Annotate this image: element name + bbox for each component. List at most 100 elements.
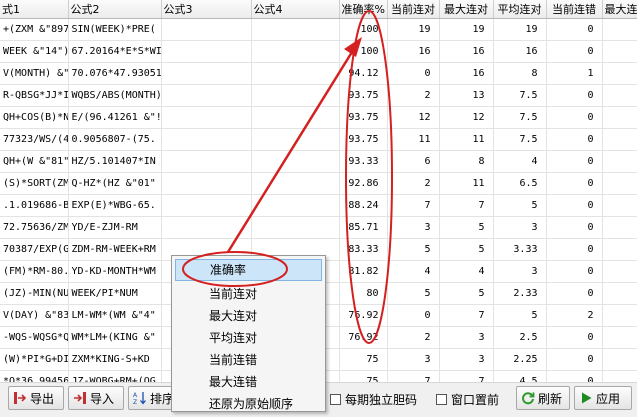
table-cell[interactable]: [602, 238, 637, 261]
checkbox-box[interactable]: [436, 394, 447, 405]
table-cell[interactable]: 19: [493, 18, 547, 41]
export-button[interactable]: 导出: [8, 386, 64, 410]
table-cell[interactable]: [602, 172, 637, 195]
table-cell[interactable]: 80: [339, 282, 388, 305]
table-cell[interactable]: 11: [439, 128, 494, 151]
table-cell[interactable]: [602, 348, 637, 371]
table-cell[interactable]: 67.20164*E*S*WI: [68, 40, 162, 63]
table-cell[interactable]: 2.25: [493, 348, 547, 371]
table-cell[interactable]: 94.12: [339, 62, 388, 85]
table-row[interactable]: R-QBSG*JJ*I WQBS/ABS(MONTH) 93.75 2 13 7.5 0: [0, 84, 637, 107]
column-header[interactable]: 公式3: [161, 0, 252, 19]
table-cell[interactable]: 5: [439, 282, 494, 305]
table-cell[interactable]: 0: [546, 40, 603, 63]
table-cell[interactable]: 19: [439, 18, 494, 41]
table-cell[interactable]: [251, 194, 340, 217]
table-cell[interactable]: [251, 106, 340, 129]
table-cell[interactable]: 0: [387, 304, 440, 327]
column-header[interactable]: 公式4: [251, 0, 340, 19]
menu-item-current-correct[interactable]: 当前连对: [175, 283, 322, 305]
table-cell[interactable]: WEEK/PI*NUM: [68, 282, 162, 305]
table-cell[interactable]: 7.5: [493, 106, 547, 129]
table-cell[interactable]: 7: [387, 370, 440, 382]
table-cell[interactable]: QH+(W &"81": [0, 150, 69, 173]
table-cell[interactable]: 7.5: [493, 84, 547, 107]
table-cell[interactable]: 5: [439, 216, 494, 239]
table-cell[interactable]: 3: [493, 216, 547, 239]
table-cell[interactable]: 77323/WS/(4.: [0, 128, 69, 151]
table-cell[interactable]: 7: [439, 194, 494, 217]
table-cell[interactable]: 16: [387, 40, 440, 63]
table-cell[interactable]: [602, 150, 637, 173]
column-header[interactable]: 当前连错: [546, 0, 603, 19]
table-cell[interactable]: [251, 128, 340, 151]
table-cell[interactable]: 0: [546, 282, 603, 305]
table-cell[interactable]: 93.33: [339, 150, 388, 173]
table-cell[interactable]: 2: [546, 304, 603, 327]
window-on-top-checkbox[interactable]: 窗口置前: [436, 391, 499, 408]
table-cell[interactable]: [602, 326, 637, 349]
table-cell[interactable]: 2.5: [493, 326, 547, 349]
table-cell[interactable]: HZ/5.101407*IN: [68, 150, 162, 173]
table-cell[interactable]: 2: [387, 172, 440, 195]
table-cell[interactable]: V(MONTH) &": [0, 62, 69, 85]
column-header[interactable]: 式1: [0, 0, 69, 19]
table-cell[interactable]: 76.92: [339, 326, 388, 349]
table-cell[interactable]: 7: [439, 370, 494, 382]
table-cell[interactable]: 83.33: [339, 238, 388, 261]
table-cell[interactable]: 0: [546, 106, 603, 129]
table-cell[interactable]: R-QBSG*JJ*I: [0, 84, 69, 107]
table-cell[interactable]: YD/E-ZJM-RM: [68, 216, 162, 239]
independent-code-checkbox[interactable]: 每期独立胆码: [330, 391, 417, 408]
refresh-button[interactable]: 刷新: [516, 386, 570, 410]
table-cell[interactable]: 19: [387, 18, 440, 41]
table-row[interactable]: +(ZXM &"897!SIN(WEEK)*PRE(1001919190: [0, 18, 637, 41]
table-cell[interactable]: 0: [546, 370, 603, 382]
table-cell[interactable]: 2: [387, 84, 440, 107]
table-cell[interactable]: 4: [387, 260, 440, 283]
table-cell[interactable]: 7.5: [493, 128, 547, 151]
table-cell[interactable]: 0: [546, 18, 603, 41]
table-cell[interactable]: [602, 282, 637, 305]
table-cell[interactable]: 8: [493, 62, 547, 85]
table-cell[interactable]: [602, 216, 637, 239]
table-row[interactable]: QH+(W &"81" HZ/5.101407*IN 93.33 6 8 4 0: [0, 150, 637, 173]
table-cell[interactable]: SIN(WEEK)*PRE(: [68, 18, 162, 41]
table-cell[interactable]: [602, 128, 637, 151]
table-cell[interactable]: 5: [387, 282, 440, 305]
table-cell[interactable]: [602, 106, 637, 129]
table-cell[interactable]: 0: [546, 216, 603, 239]
table-cell[interactable]: E/(96.41261 &"!: [68, 106, 162, 129]
table-cell[interactable]: 72.75636/ZM: [0, 216, 69, 239]
table-cell[interactable]: LM-WM*(WM &"4": [68, 304, 162, 327]
table-cell[interactable]: [251, 172, 340, 195]
table-row[interactable]: 72.75636/ZM YD/E-ZJM-RM 85.71 3 5 3 0: [0, 216, 637, 239]
table-cell[interactable]: 81.82: [339, 260, 388, 283]
table-cell[interactable]: Q-HZ*(HZ &"01": [68, 172, 162, 195]
table-cell[interactable]: 3: [387, 348, 440, 371]
table-cell[interactable]: [161, 62, 252, 85]
table-cell[interactable]: 0: [546, 150, 603, 173]
table-cell[interactable]: ZDM-RM-WEEK+RM: [68, 238, 162, 261]
menu-item-average-correct[interactable]: 平均连对: [175, 327, 322, 349]
table-cell[interactable]: 7: [387, 194, 440, 217]
table-cell[interactable]: [161, 128, 252, 151]
import-button[interactable]: 导入: [68, 386, 124, 410]
table-cell[interactable]: 0: [546, 326, 603, 349]
table-cell[interactable]: 0.9056807-(75.: [68, 128, 162, 151]
table-cell[interactable]: 75: [339, 370, 388, 382]
table-cell[interactable]: 12: [387, 106, 440, 129]
table-cell[interactable]: 0: [546, 348, 603, 371]
table-cell[interactable]: 2: [387, 326, 440, 349]
table-cell[interactable]: 16: [439, 62, 494, 85]
table-cell[interactable]: 93.75: [339, 128, 388, 151]
table-cell[interactable]: 3.33: [493, 238, 547, 261]
table-cell[interactable]: [602, 40, 637, 63]
table-cell[interactable]: [602, 62, 637, 85]
table-cell[interactable]: 0: [546, 238, 603, 261]
table-cell[interactable]: WQBS/ABS(MONTH): [68, 84, 162, 107]
table-cell[interactable]: [251, 18, 340, 41]
table-cell[interactable]: 0: [546, 128, 603, 151]
table-cell[interactable]: [602, 18, 637, 41]
table-cell[interactable]: 93.75: [339, 84, 388, 107]
